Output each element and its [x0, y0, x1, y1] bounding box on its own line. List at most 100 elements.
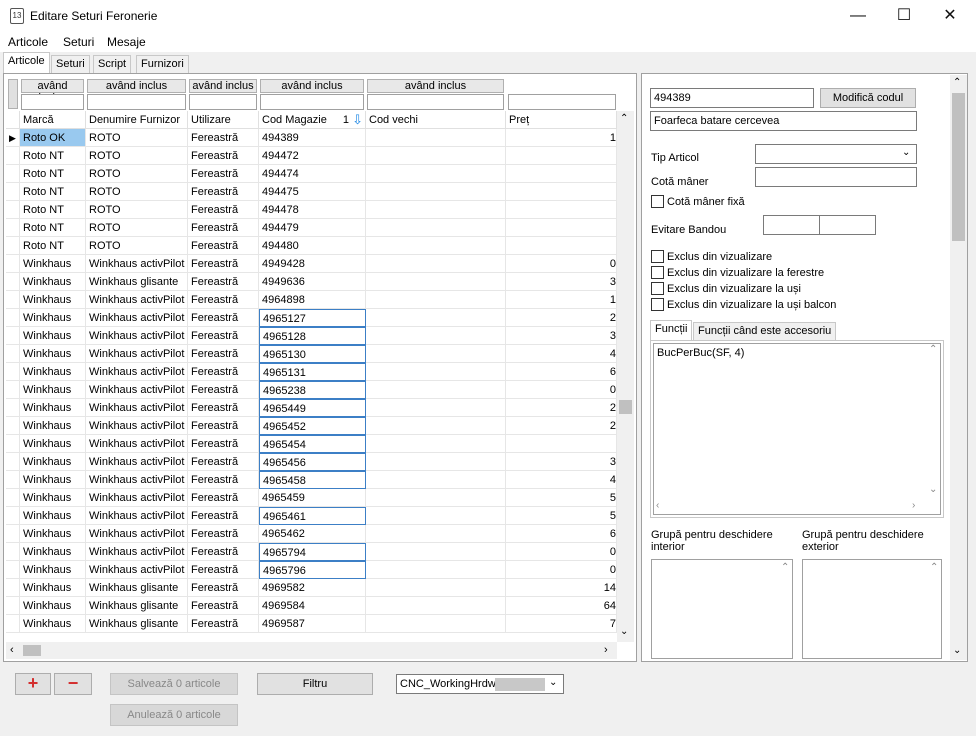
cell-cod[interactable]: 4965454 — [259, 435, 366, 453]
cell-furnizor[interactable]: Winkhaus activPilot — [86, 507, 188, 525]
cell-marca[interactable]: Winkhaus — [20, 543, 86, 561]
cell-utilizare[interactable]: Fereastră — [188, 147, 259, 165]
tab-furnizori[interactable]: Furnizori — [136, 55, 189, 73]
minimize-icon[interactable]: — — [835, 0, 881, 32]
cell-pret[interactable]: 7 — [506, 615, 617, 633]
cell-utilizare[interactable]: Fereastră — [188, 471, 259, 489]
cell-furnizor[interactable]: Winkhaus glisante — [86, 597, 188, 615]
cell-furnizor[interactable]: Winkhaus activPilot — [86, 489, 188, 507]
column-header-furnizor[interactable]: Denumire Furnizor — [86, 111, 188, 129]
cell-vechi[interactable] — [366, 147, 506, 165]
cell-vechi[interactable] — [366, 291, 506, 309]
column-header-utilizare[interactable]: Utilizare — [188, 111, 259, 129]
cell-marca[interactable]: Winkhaus — [20, 435, 86, 453]
functii-textarea[interactable]: BucPerBuc(SF, 4) ⌃ ⌄ ‹ › — [653, 343, 941, 515]
grid-vertical-scrollbar[interactable]: ⌃ ⌄ — [617, 111, 634, 642]
cell-marca[interactable]: Winkhaus — [20, 561, 86, 579]
cell-cod[interactable]: 4965796 — [259, 561, 366, 579]
table-row[interactable]: Winkhaus Winkhaus glisante Fereastră 496958… — [6, 579, 617, 597]
cell-cod[interactable]: 494472 — [259, 147, 366, 165]
cell-cod[interactable]: 4965794 — [259, 543, 366, 561]
filter-button[interactable]: Filtru — [257, 673, 373, 695]
cell-furnizor[interactable]: Winkhaus activPilot — [86, 363, 188, 381]
row-header[interactable] — [6, 309, 20, 327]
table-row[interactable]: Winkhaus Winkhaus activPilot Fereastră 4965… — [6, 345, 617, 363]
filter-input-pret[interactable] — [508, 94, 616, 110]
table-row[interactable]: Winkhaus Winkhaus glisante Fereastră 496958… — [6, 615, 617, 633]
cell-pret[interactable]: 5 — [506, 489, 617, 507]
cota-maner-fixa-checkbox[interactable] — [651, 195, 664, 208]
close-icon[interactable]: ✕ — [927, 0, 973, 32]
filter-include-cod[interactable]: având inclus — [260, 79, 364, 93]
cell-cod[interactable]: 4965128 — [259, 327, 366, 345]
cell-marca[interactable]: Roto NT — [20, 219, 86, 237]
cell-vechi[interactable] — [366, 165, 506, 183]
cell-utilizare[interactable]: Fereastră — [188, 309, 259, 327]
table-row[interactable]: Winkhaus Winkhaus activPilot Fereastră 4964… — [6, 291, 617, 309]
cell-utilizare[interactable]: Fereastră — [188, 399, 259, 417]
cell-vechi[interactable] — [366, 399, 506, 417]
cell-marca[interactable]: Roto OK — [20, 129, 86, 147]
cell-furnizor[interactable]: Winkhaus activPilot — [86, 345, 188, 363]
cell-cod[interactable]: 4965449 — [259, 399, 366, 417]
cell-cod[interactable]: 4965461 — [259, 507, 366, 525]
row-header[interactable] — [6, 543, 20, 561]
save-articles-button[interactable]: Salvează 0 articole — [110, 673, 238, 695]
table-row[interactable]: Winkhaus Winkhaus activPilot Fereastră 4965… — [6, 309, 617, 327]
cell-utilizare[interactable]: Fereastră — [188, 381, 259, 399]
cell-pret[interactable]: 0 — [506, 255, 617, 273]
cell-utilizare[interactable]: Fereastră — [188, 489, 259, 507]
cell-vechi[interactable] — [366, 489, 506, 507]
table-row[interactable]: Winkhaus Winkhaus glisante Fereastră 494963… — [6, 273, 617, 291]
exclus-usi-checkbox[interactable] — [651, 282, 664, 295]
cell-pret[interactable]: 2 — [506, 399, 617, 417]
cell-cod[interactable]: 4965131 — [259, 363, 366, 381]
row-header[interactable] — [6, 579, 20, 597]
cell-marca[interactable]: Winkhaus — [20, 255, 86, 273]
cell-furnizor[interactable]: Winkhaus activPilot — [86, 291, 188, 309]
cell-furnizor[interactable]: Winkhaus activPilot — [86, 255, 188, 273]
filter-include-marca[interactable]: având inclus — [21, 79, 84, 104]
row-header[interactable] — [6, 381, 20, 399]
cell-furnizor[interactable]: ROTO — [86, 165, 188, 183]
cell-utilizare[interactable]: Fereastră — [188, 255, 259, 273]
cell-vechi[interactable] — [366, 579, 506, 597]
cell-marca[interactable]: Winkhaus — [20, 273, 86, 291]
cell-furnizor[interactable]: Winkhaus activPilot — [86, 453, 188, 471]
cell-furnizor[interactable]: ROTO — [86, 201, 188, 219]
cell-pret[interactable]: 4 — [506, 345, 617, 363]
cell-utilizare[interactable]: Fereastră — [188, 435, 259, 453]
cell-vechi[interactable] — [366, 219, 506, 237]
grid-scroll-thumb[interactable] — [619, 400, 632, 414]
column-header-pret[interactable]: Preț — [506, 111, 617, 129]
cell-vechi[interactable] — [366, 327, 506, 345]
cell-vechi[interactable] — [366, 417, 506, 435]
cell-marca[interactable]: Winkhaus — [20, 291, 86, 309]
cell-marca[interactable]: Roto NT — [20, 201, 86, 219]
filter-input-furnizor[interactable] — [87, 94, 186, 110]
cell-pret[interactable]: 0 — [506, 381, 617, 399]
cell-marca[interactable]: Winkhaus — [20, 471, 86, 489]
column-header-cod-magazie[interactable]: Cod Magazie 1 ⇩ — [259, 111, 366, 129]
cell-vechi[interactable] — [366, 309, 506, 327]
cell-cod[interactable]: 4965456 — [259, 453, 366, 471]
table-row[interactable]: Winkhaus Winkhaus activPilot Fereastră 4965… — [6, 327, 617, 345]
cell-cod[interactable]: 4964898 — [259, 291, 366, 309]
cell-vechi[interactable] — [366, 381, 506, 399]
cell-marca[interactable]: Winkhaus — [20, 363, 86, 381]
cell-furnizor[interactable]: Winkhaus glisante — [86, 615, 188, 633]
row-header[interactable] — [6, 489, 20, 507]
cell-cod[interactable]: 4965130 — [259, 345, 366, 363]
add-article-button[interactable]: + — [15, 673, 51, 695]
table-row[interactable]: Winkhaus Winkhaus activPilot Fereastră 4965… — [6, 561, 617, 579]
tip-articol-select[interactable]: ⌄ — [755, 144, 917, 164]
exclus-vizualizare-checkbox[interactable] — [651, 250, 664, 263]
tab-functii-accesoriu[interactable]: Funcții când este accesoriu — [693, 322, 837, 340]
row-header[interactable] — [6, 435, 20, 453]
cell-pret[interactable]: 14 — [506, 579, 617, 597]
filter-include-cod-vechi[interactable]: având inclus — [367, 79, 504, 93]
cell-utilizare[interactable]: Fereastră — [188, 129, 259, 147]
table-row[interactable]: Winkhaus Winkhaus activPilot Fereastră 4965… — [6, 543, 617, 561]
table-row[interactable]: ▶ Roto OK ROTO Fereastră 494389 1 — [6, 129, 617, 147]
table-row[interactable]: Winkhaus Winkhaus activPilot Fereastră 4965… — [6, 417, 617, 435]
